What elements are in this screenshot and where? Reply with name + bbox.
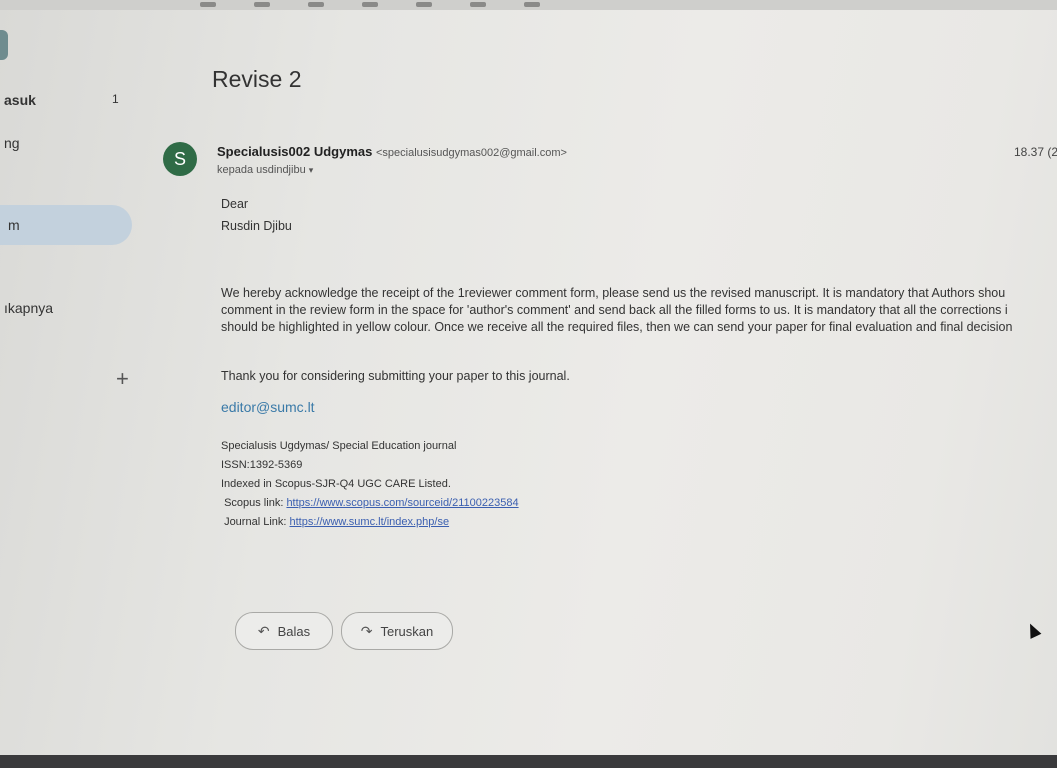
journal-link[interactable]: https://www.sumc.lt/index.php/se <box>290 516 450 528</box>
sidebar-item-label: m <box>8 217 20 233</box>
avatar[interactable]: S <box>163 142 197 176</box>
sidebar-item-label: asuk <box>4 92 36 108</box>
scopus-label: Scopus link: <box>224 497 287 509</box>
sidebar: asuk 1 ng m ıkapnya + <box>0 10 150 755</box>
paragraph-line: We hereby acknowledge the receipt of the… <box>221 286 1006 300</box>
journal-link-label: Journal Link: <box>224 516 290 528</box>
greeting-line: Rusdin Djibu <box>221 219 292 233</box>
snooze-icon[interactable] <box>416 2 432 7</box>
archive-icon[interactable] <box>200 2 216 7</box>
move-to-icon[interactable] <box>524 2 540 7</box>
recipient-details-toggle[interactable]: kepada usdindjibu ▾ <box>217 164 313 176</box>
sender-email: <specialusisudgymas002@gmail.com> <box>375 147 567 159</box>
signature-journal-link: Journal Link: https://www.sumc.lt/index.… <box>221 513 519 532</box>
paragraph-line: should be highlighted in yellow colour. … <box>221 320 1013 334</box>
mark-unread-icon[interactable] <box>362 2 378 7</box>
thanks-line: Thank you for considering submitting you… <box>221 369 570 383</box>
toolbar <box>0 0 1057 10</box>
forward-button[interactable]: ↷ Teruskan <box>341 612 453 650</box>
sender-line: Specialusis002 Udgymas <specialusisudgym… <box>217 144 567 159</box>
sidebar-item-active[interactable]: m <box>0 205 132 245</box>
forward-label: Teruskan <box>380 623 434 639</box>
email-subject: Revise 2 <box>212 66 302 92</box>
sidebar-item-label: ıkapnya <box>4 300 54 316</box>
report-spam-icon[interactable] <box>254 2 270 7</box>
sidebar-item-inbox[interactable]: asuk 1 <box>0 92 130 112</box>
editor-email-link[interactable]: editor@sumc.lt <box>221 399 315 415</box>
sidebar-item-more[interactable]: ıkapnya <box>4 300 53 316</box>
compose-button-edge[interactable] <box>0 30 8 60</box>
sidebar-item-label: ng <box>4 135 20 151</box>
signature-scopus: Scopus link: https://www.scopus.com/sour… <box>221 494 519 513</box>
signature-indexed: Indexed in Scopus-SJR-Q4 UGC CARE Listed… <box>221 478 451 490</box>
screen: asuk 1 ng m ıkapnya + Revise 2 S Special… <box>0 0 1057 768</box>
sender-name[interactable]: Specialusis002 Udgymas <box>217 144 372 159</box>
paragraph-line: comment in the review form in the space … <box>221 303 1008 317</box>
add-task-icon[interactable] <box>470 2 486 7</box>
mouse-cursor-icon <box>1024 621 1042 639</box>
reply-label: Balas <box>277 623 311 639</box>
signature-journal: Specialusis Ugdymas/ Special Education j… <box>221 440 457 452</box>
greeting: Dear Rusdin Djibu <box>221 193 292 237</box>
signature: Specialusis Ugdymas/ Special Education j… <box>221 437 519 532</box>
reply-button[interactable]: ↶ Balas <box>235 612 333 650</box>
forward-icon: ↷ <box>360 622 373 639</box>
add-label-icon[interactable]: + <box>116 366 129 392</box>
sidebar-item-starred[interactable]: ng <box>4 135 20 151</box>
message-paragraph: We hereby acknowledge the receipt of the… <box>221 285 1057 336</box>
chevron-down-icon[interactable]: ▾ <box>309 165 314 175</box>
signature-issn: ISSN:1392-5369 <box>221 459 303 471</box>
delete-icon[interactable] <box>308 2 324 7</box>
greeting-line: Dear <box>221 197 249 211</box>
recipient-text: kepada usdindjibu <box>217 164 306 176</box>
email-body: Dear Rusdin Djibu We hereby acknowledge … <box>221 193 1057 583</box>
reply-icon: ↶ <box>257 622 270 639</box>
email-timestamp: 18.37 (2 <box>1014 145 1057 159</box>
unread-count: 1 <box>112 92 119 106</box>
toolbar-icons <box>200 0 540 10</box>
screen-bezel <box>0 755 1057 768</box>
scopus-link[interactable]: https://www.scopus.com/sourceid/21100223… <box>286 497 518 509</box>
